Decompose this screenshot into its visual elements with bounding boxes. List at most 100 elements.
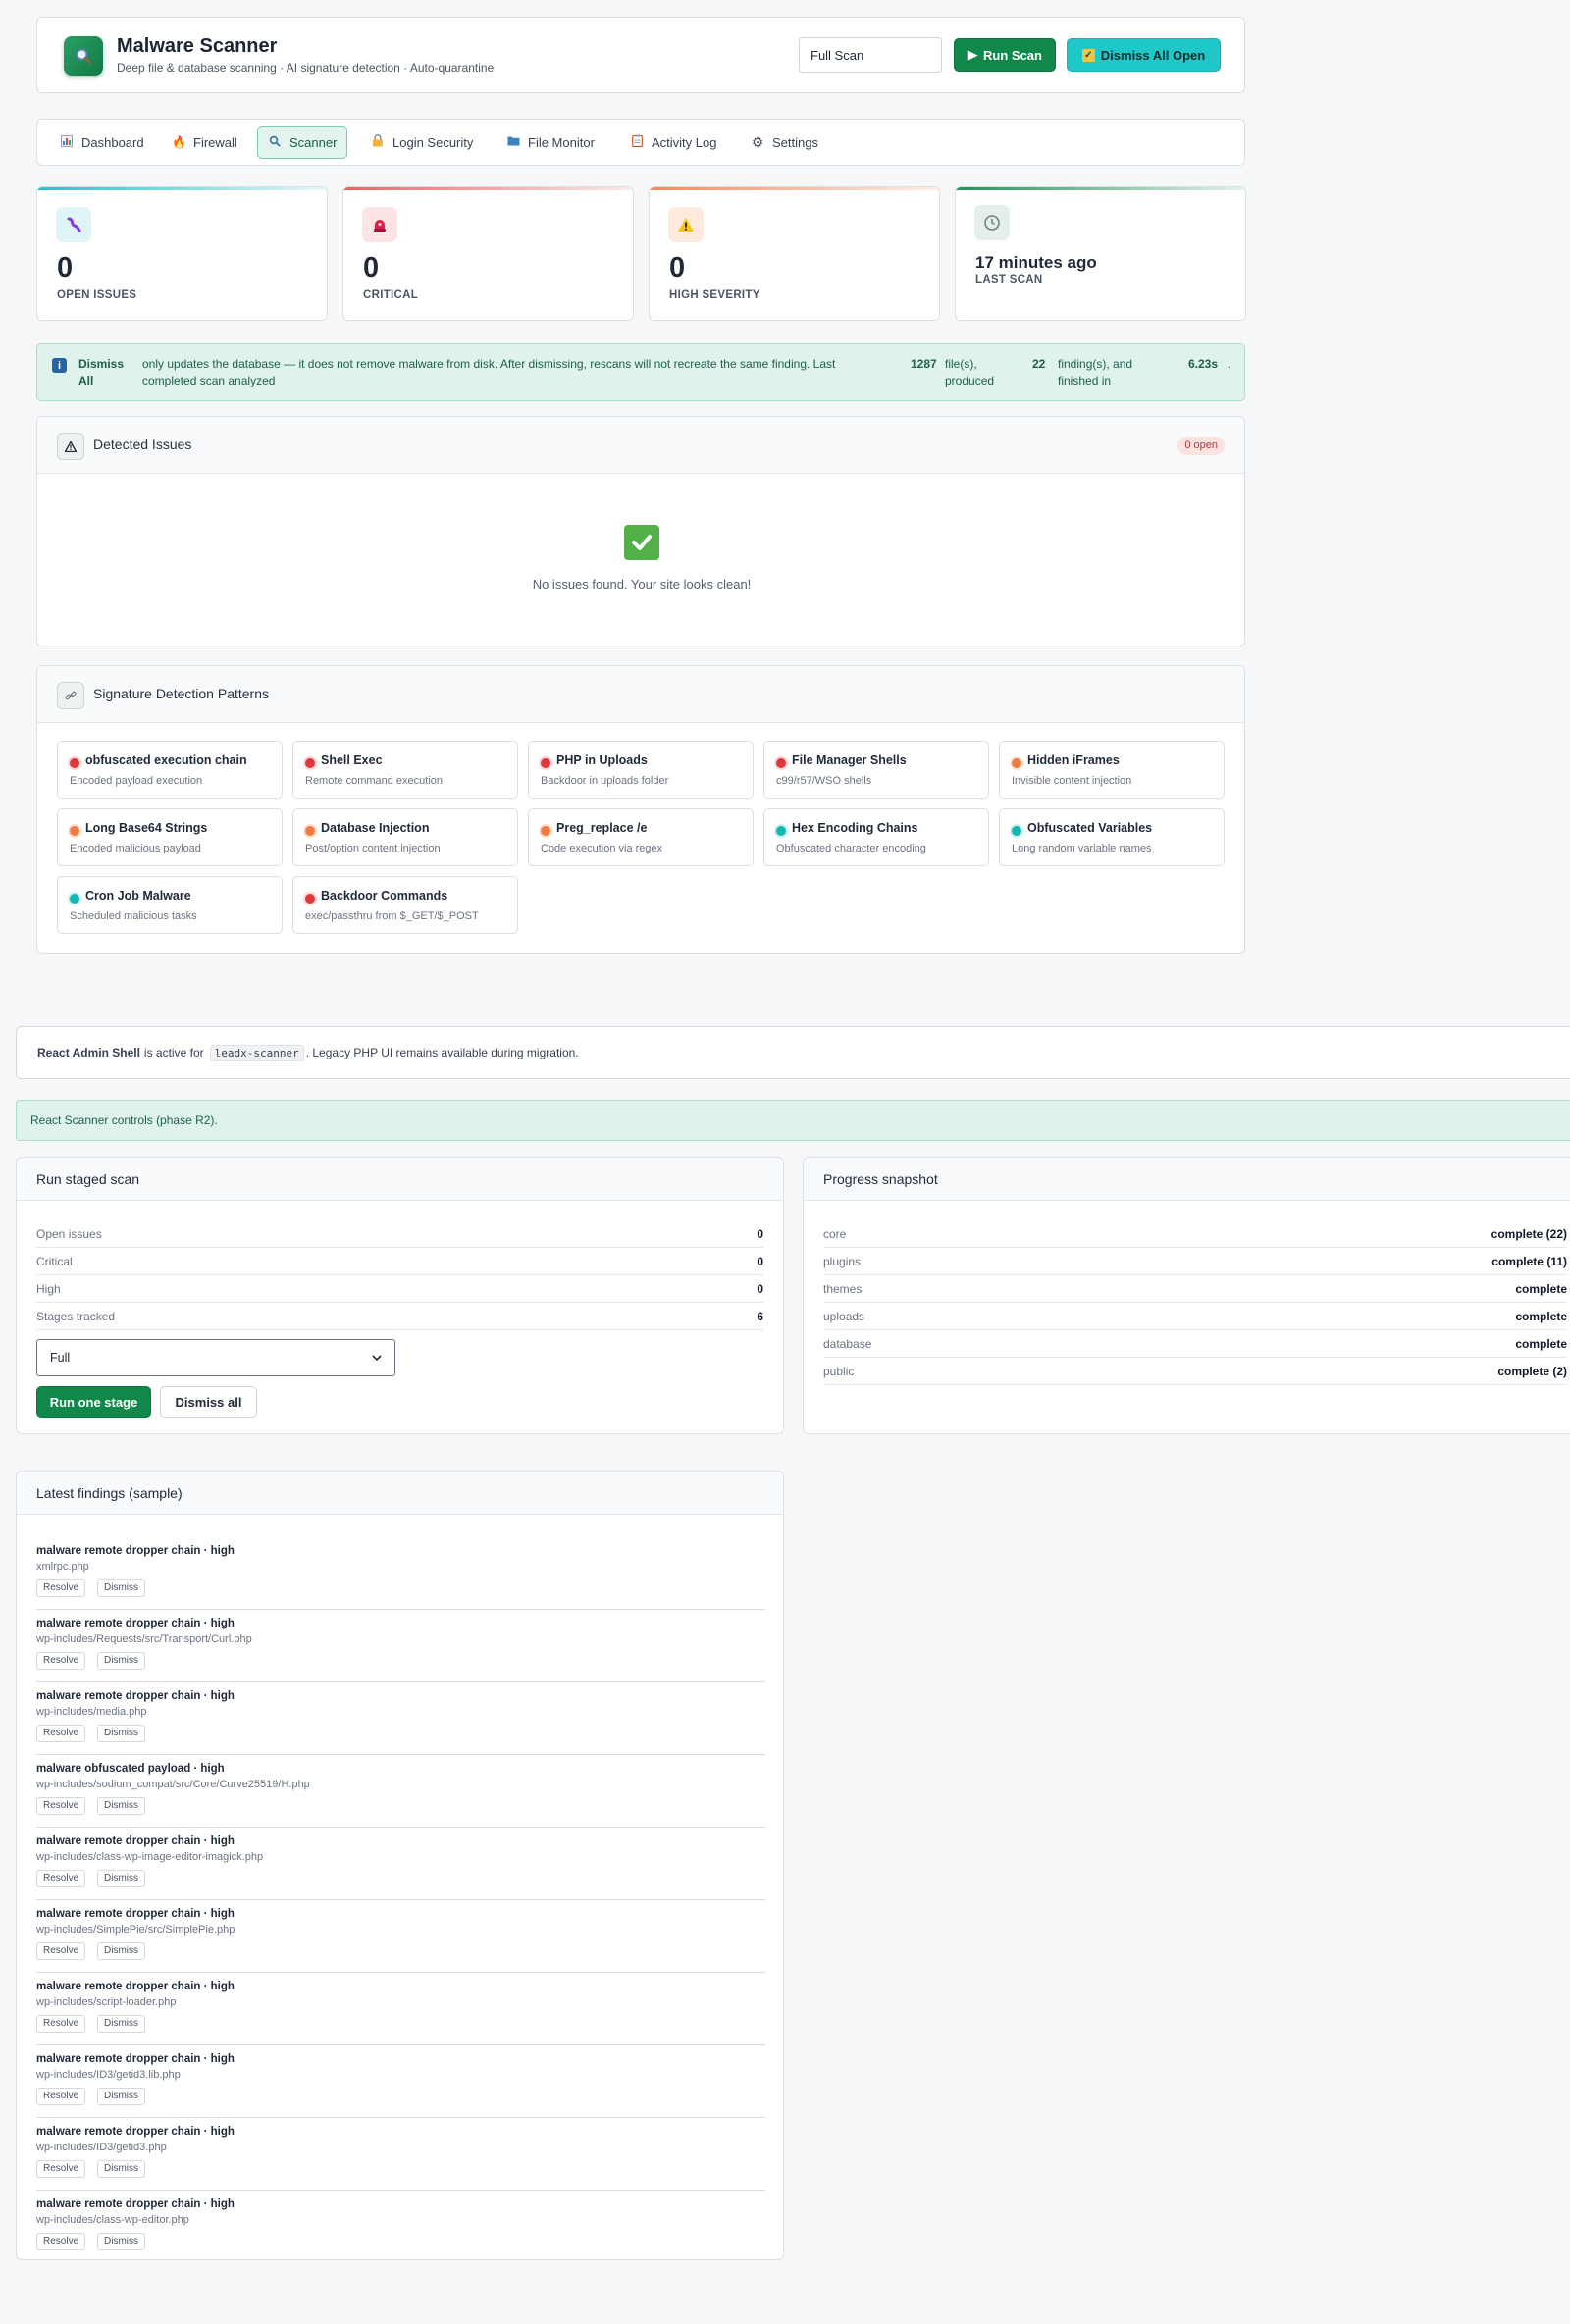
resolve-button[interactable]: Resolve <box>36 1797 86 1815</box>
pattern-card: Shell Exec Remote command execution <box>292 741 518 799</box>
stat-label: CRITICAL <box>363 289 419 301</box>
resolve-button[interactable]: Resolve <box>36 2088 86 2105</box>
finding-item: malware remote dropper chain · high wp-in… <box>36 1900 765 1973</box>
banner-findings-text: finding(s), and finished in <box>1058 357 1133 387</box>
banner-findings-count: 22 <box>1032 357 1046 371</box>
stat-row: Critical 0 <box>36 1248 763 1275</box>
tab-firewall[interactable]: 🔥 Firewall <box>162 126 247 159</box>
finding-title: malware remote dropper chain · high <box>36 2126 235 2138</box>
pattern-name: Hidden iFrames <box>1027 753 1120 767</box>
resolve-button[interactable]: Resolve <box>36 1870 86 1887</box>
dismiss-button[interactable]: Dismiss <box>97 1870 145 1887</box>
dismiss-button[interactable]: Dismiss <box>97 2233 145 2250</box>
finding-path: wp-includes/SimplePie/src/SimplePie.php <box>36 1924 236 1936</box>
run-scan-button[interactable]: ▶ Run Scan <box>954 38 1056 72</box>
banner-lead: Dismiss All <box>78 357 125 387</box>
stage-select[interactable]: Full <box>36 1339 395 1376</box>
finding-title: malware remote dropper chain · high <box>36 1981 235 1992</box>
tab-scanner[interactable]: Scanner <box>257 126 348 159</box>
dismiss-button[interactable]: Dismiss <box>97 1797 145 1815</box>
pattern-name: Backdoor Commands <box>321 889 448 903</box>
tab-label: Activity Log <box>652 134 717 150</box>
resolve-button[interactable]: Resolve <box>36 1579 86 1597</box>
siren-icon <box>362 207 397 242</box>
page-subtitle: Deep file & database scanning · AI signa… <box>117 61 495 75</box>
row-value: complete (11) <box>1492 1254 1567 1268</box>
dismiss-button[interactable]: Dismiss <box>97 1652 145 1670</box>
pattern-name: Shell Exec <box>321 753 383 767</box>
gear-icon: ⚙ <box>751 133 764 150</box>
tab-activity-log[interactable]: Activity Log <box>620 126 726 159</box>
react-shell-note: React Admin Shell is active for leadx-sc… <box>16 1026 1570 1079</box>
severity-dot-icon <box>776 826 786 836</box>
row-value: complete <box>1515 1336 1567 1351</box>
tab-file-monitor[interactable]: File Monitor <box>497 126 604 159</box>
finding-title: malware remote dropper chain · high <box>36 1908 235 1920</box>
dismiss-button[interactable]: Dismiss <box>97 1725 145 1742</box>
lock-icon <box>371 134 385 150</box>
tab-dashboard[interactable]: Dashboard <box>50 126 154 159</box>
pattern-card: File Manager Shells c99/r57/WSO shells <box>763 741 989 799</box>
stat-accent-bar <box>37 187 327 190</box>
pattern-name: PHP in Uploads <box>556 753 648 767</box>
tab-label: Login Security <box>392 134 474 150</box>
run-scan-label: Run Scan <box>983 47 1042 63</box>
card-header: Signature Detection Patterns <box>37 666 1244 723</box>
card-title: Signature Detection Patterns <box>93 686 269 701</box>
dismiss-button[interactable]: Dismiss <box>97 2160 145 2178</box>
warning-icon <box>668 207 704 242</box>
severity-dot-icon <box>70 894 79 904</box>
dismiss-button[interactable]: Dismiss <box>97 2015 145 2033</box>
dismiss-button[interactable]: Dismiss <box>97 1942 145 1960</box>
dismiss-button[interactable]: Dismiss <box>97 2088 145 2105</box>
tab-settings[interactable]: ⚙ Settings <box>741 126 828 159</box>
clock-icon <box>974 205 1010 240</box>
stat-label: OPEN ISSUES <box>57 289 137 301</box>
stat-row: public complete (2) <box>823 1358 1567 1385</box>
severity-dot-icon <box>776 758 786 768</box>
resolve-button[interactable]: Resolve <box>36 1652 86 1670</box>
pattern-description: Invisible content injection <box>1012 775 1132 787</box>
finding-title: malware remote dropper chain · high <box>36 1690 235 1702</box>
severity-dot-icon <box>305 826 315 836</box>
dismiss-button[interactable]: Dismiss <box>97 1579 145 1597</box>
row-key: public <box>823 1364 855 1378</box>
pattern-name: Database Injection <box>321 821 430 835</box>
card-title: Detected Issues <box>93 437 192 452</box>
pattern-card: PHP in Uploads Backdoor in uploads folder <box>528 741 754 799</box>
finding-path: wp-includes/media.php <box>36 1706 147 1718</box>
tab-label: Settings <box>772 134 818 150</box>
stat-row: Open issues 0 <box>36 1220 763 1248</box>
row-value: 0 <box>757 1254 763 1268</box>
header-card: Malware Scanner Deep file & database sca… <box>36 17 1245 93</box>
phase-note: React Scanner controls (phase R2). <box>16 1100 1570 1141</box>
resolve-button[interactable]: Resolve <box>36 2160 86 2178</box>
severity-dot-icon <box>70 758 79 768</box>
stat-card-open-issues: 0 OPEN ISSUES <box>36 186 328 321</box>
detected-issues-card: Detected Issues 0 open No issues found. … <box>36 416 1245 646</box>
plugin-slug-code: leadx-scanner <box>209 1044 304 1061</box>
pattern-description: exec/passthru from $_GET/$_POST <box>305 910 479 922</box>
resolve-button[interactable]: Resolve <box>36 1942 86 1960</box>
finding-path: wp-includes/Requests/src/Transport/Curl.… <box>36 1633 252 1645</box>
tab-label: Firewall <box>193 134 237 150</box>
dismiss-all-button[interactable]: Dismiss all <box>160 1386 257 1418</box>
row-key: Open issues <box>36 1226 102 1241</box>
stat-row: themes complete <box>823 1275 1567 1303</box>
row-key: plugins <box>823 1254 862 1268</box>
signature-patterns-card: Signature Detection Patterns obfuscated … <box>36 665 1245 954</box>
pattern-description: Remote command execution <box>305 775 444 787</box>
dismiss-all-open-button[interactable]: ✓ Dismiss All Open <box>1067 38 1221 72</box>
stat-row: plugins complete (11) <box>823 1248 1567 1275</box>
run-one-stage-button[interactable]: Run one stage <box>36 1386 151 1418</box>
resolve-button[interactable]: Resolve <box>36 2233 86 2250</box>
pattern-description: Obfuscated character encoding <box>776 843 926 854</box>
stat-row: uploads complete <box>823 1303 1567 1330</box>
scan-type-input[interactable] <box>799 37 942 73</box>
search-icon <box>268 135 282 150</box>
tab-label: File Monitor <box>528 134 595 150</box>
tab-login-security[interactable]: Login Security <box>361 126 483 159</box>
resolve-button[interactable]: Resolve <box>36 2015 86 2033</box>
resolve-button[interactable]: Resolve <box>36 1725 86 1742</box>
stat-label: LAST SCAN <box>975 274 1043 285</box>
